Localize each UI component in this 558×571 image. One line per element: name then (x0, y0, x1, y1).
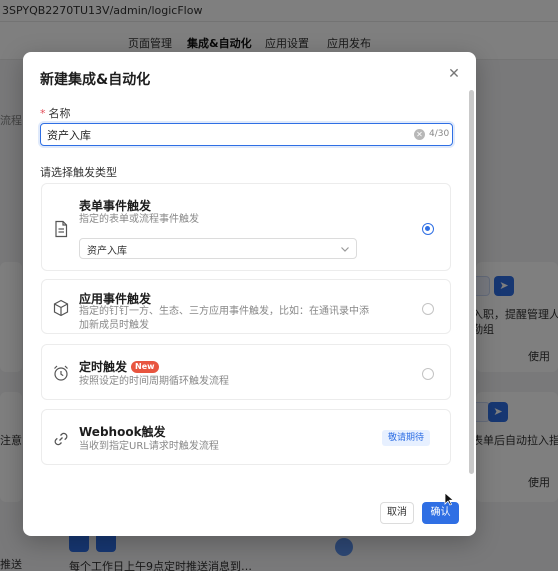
coming-soon-badge: 敬请期待 (382, 430, 431, 446)
trigger-option-form-event[interactable]: 表单事件触发 指定的表单或流程事件触发 资产入库 (41, 183, 451, 271)
cancel-button[interactable]: 取消 (380, 502, 414, 524)
trigger-title: Webhook触发 (79, 425, 166, 439)
trigger-radio-scheduled[interactable] (422, 368, 434, 380)
trigger-desc: 指定的表单或流程事件触发 (79, 214, 199, 225)
alarm-clock-icon (54, 365, 68, 381)
cube-icon (53, 299, 69, 317)
trigger-title: 定时触发 New (79, 358, 159, 375)
trigger-option-app-event[interactable]: 应用事件触发 指定的钉钉一方、生态、三方应用事件触发，比如：在通讯录中添加新成员… (41, 279, 451, 334)
trigger-radio-app-event[interactable] (422, 303, 434, 315)
name-input[interactable] (47, 127, 407, 142)
trigger-option-scheduled[interactable]: 定时触发 New 按照设定的时间周期循环触发流程 (41, 344, 451, 400)
dialog-title: 新建集成&自动化 (40, 72, 151, 88)
name-label: * 名称 (40, 107, 71, 120)
name-char-counter: 4/30 (429, 129, 450, 139)
close-icon[interactable]: ✕ (446, 66, 462, 82)
link-icon (54, 432, 68, 446)
mouse-cursor-icon (444, 492, 454, 506)
trigger-radio-form-event[interactable] (422, 223, 434, 235)
form-select-value: 资产入库 (87, 246, 127, 257)
trigger-title: 表单事件触发 (79, 199, 152, 213)
trigger-desc: 当收到指定URL请求时触发流程 (79, 441, 219, 452)
trigger-desc: 指定的钉钉一方、生态、三方应用事件触发，比如：在通讯录中添加新成员时触发 (79, 306, 369, 331)
form-select[interactable]: 资产入库 (79, 238, 357, 259)
clear-icon[interactable]: ✕ (414, 129, 425, 140)
trigger-type-label: 请选择触发类型 (40, 166, 117, 179)
new-badge: New (131, 361, 159, 373)
chevron-down-icon (341, 247, 349, 252)
new-integration-dialog: 新建集成&自动化 ✕ *名称 ✕ 4/30 请选择触发类型 表单事件触发 指定的… (23, 52, 476, 536)
name-field[interactable]: ✕ 4/30 (40, 123, 453, 146)
trigger-desc: 按照设定的时间周期循环触发流程 (79, 376, 229, 387)
document-icon (55, 220, 68, 238)
trigger-option-webhook: Webhook触发 当收到指定URL请求时触发流程 敬请期待 (41, 409, 451, 465)
dialog-scrollbar[interactable] (469, 90, 474, 474)
